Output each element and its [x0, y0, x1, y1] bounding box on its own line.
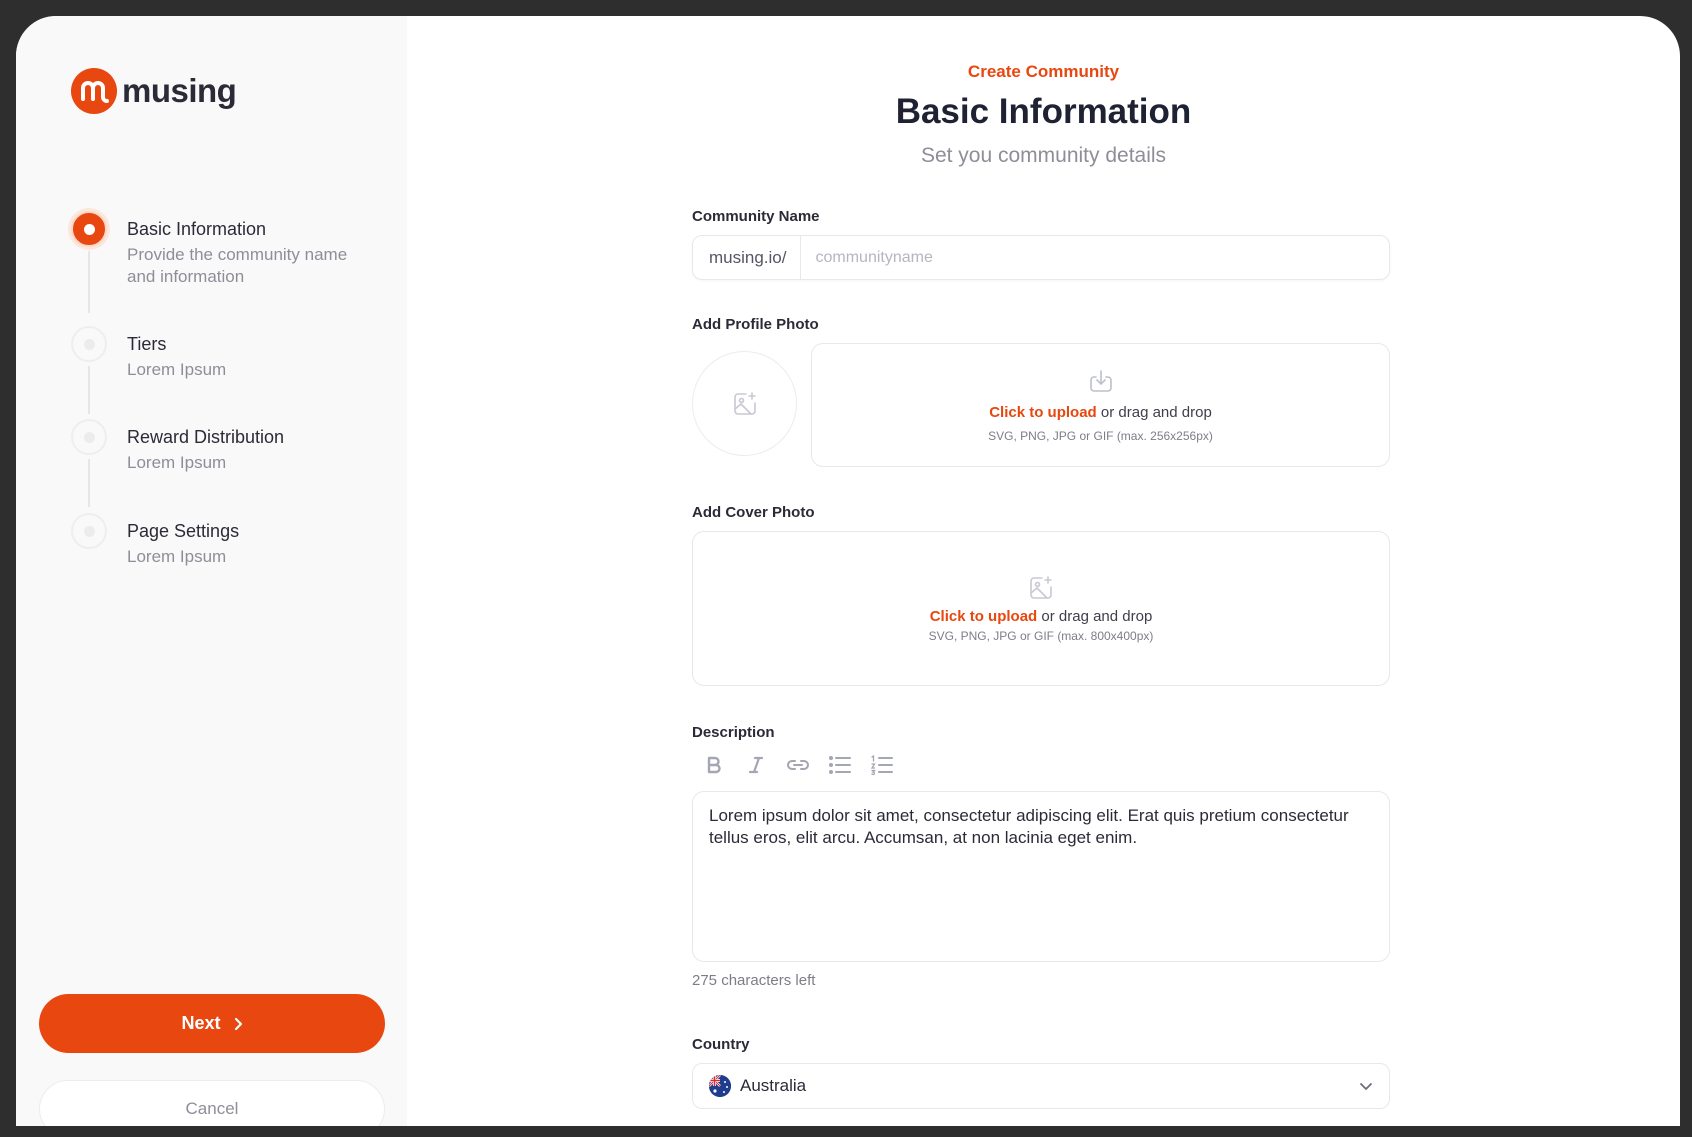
profile-photo-section: Add Profile Photo Click to upload or dra…	[692, 316, 1390, 467]
upload-instructions: Click to upload or drag and drop	[930, 608, 1153, 625]
image-add-icon	[733, 391, 756, 415]
step-title: Page Settings	[127, 521, 240, 541]
step-indicator-active-icon	[71, 211, 107, 247]
step-basic-information[interactable]: Basic Information Provide the community …	[71, 211, 391, 326]
step-description: Lorem Ipsum	[127, 360, 227, 379]
page-subtitle: Set you community details	[920, 144, 1167, 167]
image-add-icon	[1030, 576, 1052, 599]
community-name-field: musing.io/	[692, 235, 1390, 280]
description-label: Description	[692, 724, 775, 741]
step-description: Lorem Ipsum	[127, 453, 227, 472]
italic-icon[interactable]	[744, 753, 768, 777]
step-title: Reward Distribution	[127, 427, 285, 447]
country-label: Country	[692, 1036, 750, 1053]
numbered-list-icon[interactable]	[870, 753, 894, 777]
cover-photo-dropzone[interactable]: Click to upload or drag and drop SVG, PN…	[692, 531, 1390, 686]
upload-instructions: Click to upload or drag and drop	[989, 404, 1212, 421]
page-eyebrow: Create Community	[967, 62, 1120, 81]
step-connector	[88, 459, 90, 507]
community-name-label: Community Name	[692, 208, 820, 225]
click-to-upload-link[interactable]: Click to upload	[989, 404, 1097, 421]
next-button-label: Next	[181, 1013, 221, 1033]
cancel-button-label: Cancel	[185, 1099, 239, 1118]
step-indicator-icon	[71, 513, 107, 549]
step-page-settings[interactable]: Page Settings Lorem Ipsum	[71, 513, 391, 573]
cover-photo-section: Add Cover Photo Click to upload or drag …	[692, 504, 1390, 686]
link-icon[interactable]	[786, 753, 810, 777]
next-button[interactable]: Next	[39, 994, 385, 1053]
community-name-input[interactable]	[801, 248, 1389, 267]
step-tiers[interactable]: Tiers Lorem Ipsum	[71, 326, 391, 419]
logo: musing	[71, 68, 237, 114]
australia-flag-icon	[709, 1075, 731, 1097]
drag-drop-text: or drag and drop	[1096, 403, 1212, 421]
profile-photo-label: Add Profile Photo	[692, 316, 819, 333]
sidebar: musing Basic Information Provide the com…	[16, 16, 407, 1126]
rich-text-toolbar	[692, 753, 1390, 777]
upload-hint: SVG, PNG, JPG or GIF (max. 800x400px)	[928, 629, 1154, 643]
upload-hint: SVG, PNG, JPG or GIF (max. 256x256px)	[988, 428, 1213, 443]
app-window: musing Basic Information Provide the com…	[16, 16, 1680, 1126]
profile-photo-dropzone[interactable]: Click to upload or drag and drop SVG, PN…	[811, 343, 1390, 467]
main-content: Create Community Basic Information Set y…	[407, 16, 1680, 1126]
step-description: Provide the community name and informati…	[127, 245, 348, 286]
click-to-upload-link[interactable]: Click to upload	[930, 608, 1038, 625]
upload-icon	[1089, 369, 1112, 392]
country-section: Country Australia	[692, 1036, 1390, 1109]
country-select[interactable]: Australia	[692, 1063, 1390, 1109]
chevron-right-icon	[234, 1017, 242, 1030]
character-counter: 275 characters left	[692, 972, 816, 989]
url-prefix: musing.io/	[693, 236, 802, 279]
brand-name: musing	[122, 72, 237, 109]
step-description: Lorem Ipsum	[127, 547, 227, 566]
step-title: Basic Information	[127, 219, 267, 239]
description-section: Description Lorem ipsum dolor sit amet, …	[692, 724, 1390, 989]
bold-icon[interactable]	[702, 753, 726, 777]
step-indicator-icon	[71, 419, 107, 455]
musing-logo-icon	[71, 68, 117, 114]
bullet-list-icon[interactable]	[828, 753, 852, 777]
step-reward-distribution[interactable]: Reward Distribution Lorem Ipsum	[71, 419, 391, 513]
stepper: Basic Information Provide the community …	[71, 211, 391, 573]
step-title: Tiers	[127, 334, 167, 354]
cover-photo-label: Add Cover Photo	[692, 504, 815, 521]
step-connector	[88, 366, 90, 414]
description-textarea[interactable]: Lorem ipsum dolor sit amet, consectetur …	[692, 791, 1390, 962]
page-title: Basic Information	[895, 92, 1192, 131]
cancel-button[interactable]: Cancel	[39, 1080, 385, 1126]
step-indicator-icon	[71, 326, 107, 362]
step-connector	[88, 251, 90, 313]
community-name-section: Community Name musing.io/	[692, 208, 1390, 280]
drag-drop-text: or drag and drop	[1037, 608, 1153, 625]
chevron-down-icon	[1360, 1083, 1372, 1090]
profile-photo-preview[interactable]	[692, 351, 797, 456]
country-value: Australia	[740, 1076, 807, 1095]
